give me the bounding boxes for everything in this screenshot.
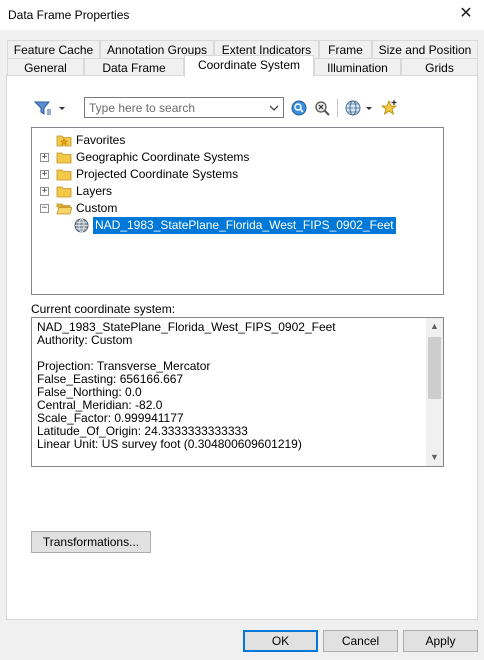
globe-dropdown-button[interactable] [344, 99, 376, 117]
add-favorite-button[interactable] [380, 99, 399, 117]
tree-item-nad83-florida-west[interactable]: NAD_1983_StatePlane_Florida_West_FIPS_09… [32, 216, 443, 235]
filter-icon [33, 101, 65, 115]
folder-icon [56, 169, 72, 181]
scroll-thumb[interactable] [428, 337, 441, 399]
coordinate-system-tree[interactable]: Favorites + Geographic Coordinate System… [31, 127, 444, 295]
tree-item-geographic-coordinate-systems[interactable]: + Geographic Coordinate Systems [32, 149, 443, 166]
collapse-icon[interactable]: − [40, 204, 49, 213]
search-go-button[interactable] [290, 99, 308, 117]
current-cs-details[interactable]: NAD_1983_StatePlane_Florida_West_FIPS_09… [31, 317, 444, 467]
expand-icon[interactable]: + [40, 170, 49, 179]
tree-item-projected-coordinate-systems[interactable]: + Projected Coordinate Systems [32, 166, 443, 183]
ok-button[interactable]: OK [243, 630, 318, 652]
tree-item-label: Favorites [76, 133, 126, 147]
projection-globe-icon [74, 218, 89, 233]
favorites-folder-icon [56, 135, 72, 147]
details-scrollbar[interactable]: ▲ ▼ [426, 318, 443, 466]
expand-icon[interactable]: + [40, 153, 49, 162]
tree-item-label: Custom [76, 201, 118, 215]
add-favorite-icon [380, 99, 398, 115]
filter-dropdown-button[interactable] [33, 99, 69, 117]
detail-line: Authority: Custom [37, 333, 133, 347]
search-input[interactable] [86, 99, 264, 116]
tree-item-label: Geographic Coordinate Systems [76, 150, 250, 164]
close-icon[interactable]: ✕ [456, 4, 476, 24]
tree-item-label: Projected Coordinate Systems [76, 167, 239, 181]
tree-item-label: NAD_1983_StatePlane_Florida_West_FIPS_09… [92, 216, 397, 235]
tab-feature-cache[interactable]: Feature Cache [7, 40, 100, 59]
tab-size-and-position[interactable]: Size and Position [372, 40, 478, 59]
folder-icon [56, 152, 72, 164]
detail-line: Linear Unit: US survey foot (0.304800609… [37, 437, 302, 451]
scroll-down-icon[interactable]: ▼ [426, 449, 443, 466]
search-go-icon [291, 100, 307, 116]
current-cs-label: Current coordinate system: [31, 302, 176, 316]
apply-button[interactable]: Apply [403, 630, 478, 652]
globe-icon [345, 100, 372, 116]
title-bar: Data Frame Properties ✕ [0, 0, 484, 30]
tree-item-label: Layers [76, 184, 113, 198]
toolbar-separator [337, 99, 338, 117]
clear-search-button[interactable] [313, 99, 331, 117]
open-folder-icon [56, 203, 72, 215]
transformations-button[interactable]: Transformations... [31, 531, 151, 553]
tree-item-layers[interactable]: + Layers [32, 183, 443, 200]
cancel-button[interactable]: Cancel [323, 630, 398, 652]
scroll-up-icon[interactable]: ▲ [426, 318, 443, 335]
expand-icon[interactable]: + [40, 187, 49, 196]
tab-coordinate-system[interactable]: Coordinate System [184, 55, 314, 77]
tree-item-custom[interactable]: − Custom [32, 200, 443, 217]
folder-icon [56, 186, 72, 198]
tree-item-favorites[interactable]: Favorites [32, 132, 443, 149]
window-title: Data Frame Properties [8, 8, 130, 22]
search-combobox[interactable] [84, 97, 284, 118]
clear-search-icon [315, 101, 330, 116]
chevron-down-icon[interactable] [267, 101, 281, 115]
tab-frame[interactable]: Frame [319, 40, 372, 59]
